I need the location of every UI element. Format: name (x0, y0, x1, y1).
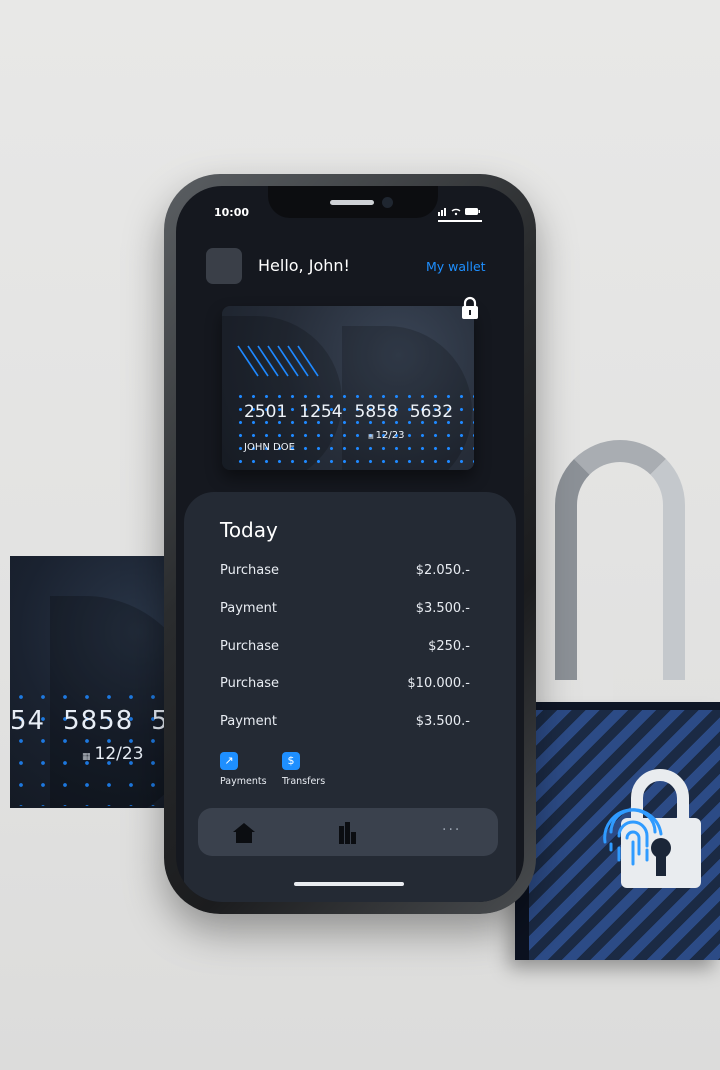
transfers-label: Transfers (282, 776, 326, 787)
card-number-group: 54 (10, 706, 46, 736)
transaction-row[interactable]: Purchase $10.000.- (220, 676, 470, 696)
status-time: 10:00 (214, 206, 250, 219)
background-credit-card: 54 5858 5 ▦ 12/23 (10, 556, 170, 808)
padlock-shackle (555, 440, 685, 680)
card-number-group: 5858 (354, 402, 398, 422)
fingerprint-icon (603, 808, 663, 866)
transaction-label: Payment (220, 714, 277, 729)
avatar[interactable] (206, 248, 242, 284)
phone-screen: 10:00 Hello, John! My wallet 2501 1254 5… (176, 186, 524, 902)
section-title-today: Today (220, 518, 278, 542)
background-card-expiry: ▦ 12/23 (82, 744, 144, 764)
status-icons (438, 206, 482, 219)
bar-chart-icon[interactable] (334, 820, 362, 844)
transaction-label: Purchase (220, 639, 280, 654)
transaction-amount: $2.050.- (415, 563, 470, 578)
home-indicator[interactable] (294, 882, 404, 886)
more-icon[interactable]: ... (442, 818, 470, 842)
transaction-row[interactable]: Purchase $2.050.- (220, 563, 470, 583)
background-card-expiry-value: 12/23 (94, 744, 144, 764)
arrow-up-right-icon[interactable]: ↗ (220, 752, 238, 770)
transaction-amount: $3.500.- (415, 714, 470, 729)
home-icon[interactable] (230, 820, 258, 844)
dollar-icon[interactable]: $ (282, 752, 300, 770)
transaction-amount: $10.000.- (407, 676, 470, 691)
greeting-text: Hello, John! (258, 256, 350, 275)
transaction-row[interactable]: Payment $3.500.- (220, 714, 470, 734)
transaction-amount: $250.- (428, 639, 470, 654)
transaction-label: Purchase (220, 563, 280, 578)
card-number-group: 5632 (409, 402, 454, 422)
padlock-shackle-gap (583, 640, 613, 700)
speaker-grille (330, 200, 374, 205)
card-holder-name: JOHN DOE (244, 442, 295, 453)
transaction-label: Purchase (220, 676, 280, 691)
phone-notch (268, 186, 438, 218)
transaction-label: Payment (220, 601, 277, 616)
transaction-row[interactable]: Payment $3.500.- (220, 601, 470, 621)
card-stripe-pattern (237, 345, 319, 377)
phone-frame: 10:00 Hello, John! My wallet 2501 1254 5… (164, 174, 536, 914)
card-number-group: 5858 (63, 706, 134, 736)
payments-action[interactable]: ↗ Payments (220, 752, 267, 787)
card-expiry: ▦ 12/23 (368, 430, 405, 441)
status-underline (438, 220, 482, 222)
padlock-illustration (515, 440, 720, 960)
card-expiry-value: 12/23 (375, 430, 405, 441)
product-scene: 54 5858 5 ▦ 12/23 10:00 Hello, John! My … (0, 0, 720, 1070)
valid-thru-icon: ▦ (368, 433, 374, 440)
card-number-group: 1254 (299, 402, 343, 422)
signal-wifi-battery-icon (438, 208, 480, 216)
valid-thru-icon: ▦ (82, 752, 91, 762)
card-number-group: 2501 (244, 402, 288, 422)
bottom-tab-bar: ... (198, 808, 498, 856)
transaction-amount: $3.500.- (415, 601, 470, 616)
card-lock-icon[interactable] (460, 296, 480, 320)
front-camera (382, 197, 393, 208)
transaction-row[interactable]: Purchase $250.- (220, 639, 470, 659)
payments-label: Payments (220, 776, 267, 787)
my-wallet-link[interactable]: My wallet (426, 259, 486, 274)
card-number: 2501 1254 5858 5632 (244, 402, 465, 422)
credit-card[interactable]: 2501 1254 5858 5632 ▦ 12/23 JOHN DOE (222, 306, 474, 470)
transfers-action[interactable]: $ Transfers (282, 752, 325, 787)
background-card-number: 54 5858 5 (10, 706, 170, 736)
